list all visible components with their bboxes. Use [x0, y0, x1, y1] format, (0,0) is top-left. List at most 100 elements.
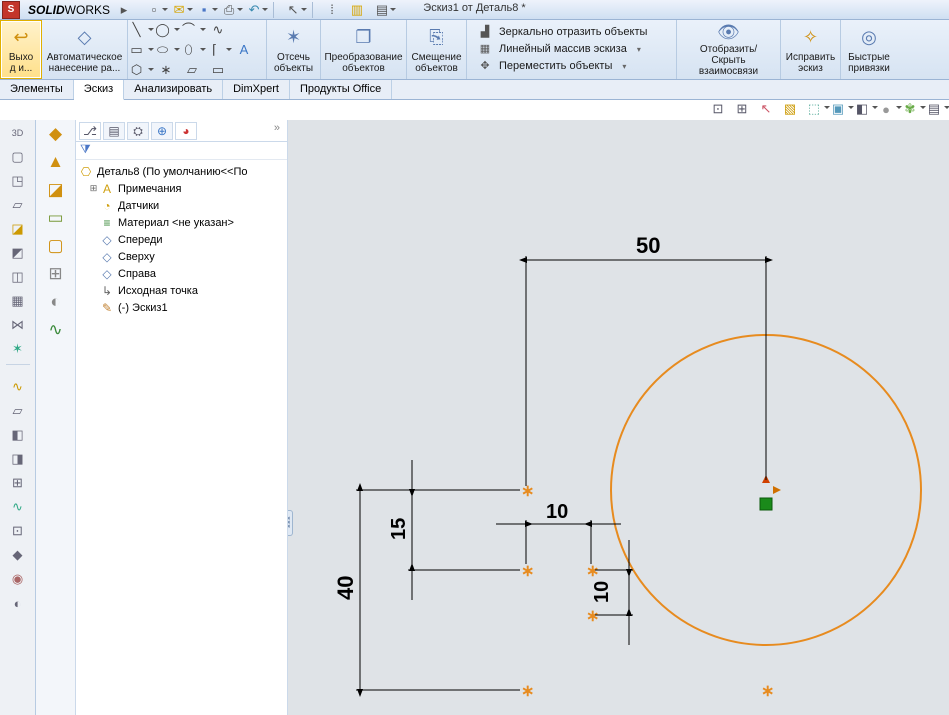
lt-5-icon[interactable]: ◩: [8, 244, 28, 262]
arc-icon[interactable]: ⌒: [184, 22, 200, 38]
lt2-10-icon[interactable]: ◐: [8, 594, 28, 612]
lt-7-icon[interactable]: ▦: [8, 292, 28, 310]
open-icon[interactable]: ✉: [171, 2, 187, 18]
lt2-2-icon[interactable]: ▱: [8, 402, 28, 420]
fm-6-icon[interactable]: ⊞: [43, 264, 69, 284]
mirror-button[interactable]: ▟Зеркально отразить объекты: [477, 26, 647, 40]
polygon-icon[interactable]: ⬡: [132, 62, 148, 78]
dimension-40[interactable]: 40: [333, 490, 520, 690]
dimension-50[interactable]: 50: [526, 233, 766, 486]
lt2-9-icon[interactable]: ◉: [8, 570, 28, 588]
graphics-area[interactable]: ◂◂◂ ∗ ∗ ∗ ∗ ∗ ∗: [288, 120, 949, 715]
panel-toggle-handle[interactable]: ◂◂◂: [288, 510, 293, 536]
tree-root[interactable]: ⎔ Деталь8 (По умолчанию<<По: [78, 163, 285, 180]
fillet-icon[interactable]: ⌈: [210, 42, 226, 58]
display-style-icon[interactable]: ▣: [829, 100, 847, 118]
undo-icon[interactable]: ↶: [246, 2, 262, 18]
save-icon[interactable]: ▪: [196, 2, 212, 18]
appearance-icon[interactable]: ✾: [901, 100, 919, 118]
display-relations-button[interactable]: 👁 Отобразить/Скрыть взаимосвязи: [677, 20, 781, 79]
dimension-15[interactable]: 15: [388, 460, 520, 600]
spline-icon[interactable]: ∿: [210, 22, 226, 38]
new-icon[interactable]: ▫: [146, 2, 162, 18]
rebuild-icon[interactable]: ⁞: [324, 2, 340, 18]
line-icon[interactable]: ╲: [132, 22, 148, 38]
exit-sketch-button[interactable]: ↩ Выхо д и...: [0, 20, 42, 79]
point-icon[interactable]: ∗: [158, 62, 174, 78]
tree-twisty-icon[interactable]: ⊞: [88, 183, 99, 194]
rect-icon[interactable]: ▭: [132, 42, 148, 58]
tree-node[interactable]: ◇Справа: [78, 265, 285, 282]
move-button[interactable]: ✥Переместить объекты▾: [477, 60, 647, 74]
view-orient-icon[interactable]: ⬚: [805, 100, 823, 118]
tree-node[interactable]: ◇Сверху: [78, 248, 285, 265]
quick-snaps-button[interactable]: ◎ Быстрые привязки: [841, 20, 897, 79]
tree-node[interactable]: ◇Спереди: [78, 231, 285, 248]
circle-icon[interactable]: ◯: [158, 22, 174, 38]
tree-node[interactable]: ✎(-) Эскиз1: [78, 299, 285, 316]
fm-3-icon[interactable]: ◪: [43, 180, 69, 200]
lt-8-icon[interactable]: ⋈: [8, 316, 28, 334]
tab-elements[interactable]: Элементы: [0, 80, 74, 99]
tree-node[interactable]: ≡Материал <не указан>: [78, 214, 285, 231]
view-settings-icon[interactable]: ▤: [925, 100, 943, 118]
trim-button[interactable]: ✶ Отсечь объекты: [267, 20, 321, 79]
lt2-7-icon[interactable]: ⊡: [8, 522, 28, 540]
lt-1-icon[interactable]: ▢: [8, 148, 28, 166]
filter-bar[interactable]: ⧩: [76, 142, 287, 160]
props-icon[interactable]: ▤: [374, 2, 390, 18]
tree-node[interactable]: ↳Исходная точка: [78, 282, 285, 299]
collapse-tree-icon[interactable]: »: [270, 122, 284, 139]
options-icon[interactable]: ▥: [349, 2, 365, 18]
zoom-area-icon[interactable]: ⊞: [733, 100, 751, 118]
lt2-1-icon[interactable]: ∿: [8, 378, 28, 396]
dimension-10-h[interactable]: 10: [496, 501, 621, 564]
print-icon[interactable]: ⎙: [221, 2, 237, 18]
fm-2-icon[interactable]: ▲: [43, 152, 69, 172]
fm-4-icon[interactable]: ▭: [43, 208, 69, 228]
3d-icon[interactable]: 3D: [8, 124, 28, 142]
tree-node[interactable]: ⊞AПримечания: [78, 180, 285, 197]
fm-1-icon[interactable]: ◆: [43, 124, 69, 144]
text-icon[interactable]: A: [236, 42, 252, 58]
display-mgr-tab[interactable]: ◕: [175, 122, 197, 140]
prev-view-icon[interactable]: ↖: [757, 100, 775, 118]
fm-7-icon[interactable]: ◐: [43, 292, 69, 312]
fm-5-icon[interactable]: ▢: [43, 236, 69, 256]
select-icon[interactable]: ↖: [285, 2, 301, 18]
lt2-8-icon[interactable]: ◆: [8, 546, 28, 564]
smart-dimension-button[interactable]: ◇ Автоматическое нанесение ра...: [42, 20, 128, 79]
lt-2-icon[interactable]: ◳: [8, 172, 28, 190]
expand-icon[interactable]: ▸: [116, 2, 132, 18]
lt-6-icon[interactable]: ◫: [8, 268, 28, 286]
lt-9-icon[interactable]: ✶: [8, 340, 28, 358]
tab-sketch[interactable]: Эскиз: [74, 80, 124, 100]
lt2-3-icon[interactable]: ◧: [8, 426, 28, 444]
lt2-5-icon[interactable]: ⊞: [8, 474, 28, 492]
ellipse-icon[interactable]: ⬯: [184, 42, 200, 58]
plane-icon[interactable]: ▱: [184, 62, 200, 78]
lt-3-icon[interactable]: ▱: [8, 196, 28, 214]
scene-icon[interactable]: ●: [877, 100, 895, 118]
property-mgr-tab[interactable]: ▤: [103, 122, 125, 140]
offset-button[interactable]: ⎘ Смещение объектов: [407, 20, 467, 79]
tab-office[interactable]: Продукты Office: [290, 80, 392, 99]
hide-show-icon[interactable]: ◧: [853, 100, 871, 118]
dimxpert-mgr-tab[interactable]: ⊕: [151, 122, 173, 140]
fm-8-icon[interactable]: ∿: [43, 320, 69, 340]
tab-analyze[interactable]: Анализировать: [124, 80, 223, 99]
feature-tree-tab[interactable]: ⎇: [79, 122, 101, 140]
section-icon[interactable]: ▧: [781, 100, 799, 118]
lt2-6-icon[interactable]: ∿: [8, 498, 28, 516]
zoom-fit-icon[interactable]: ⊡: [709, 100, 727, 118]
config-mgr-tab[interactable]: ⛭: [127, 122, 149, 140]
linear-pattern-button[interactable]: ▦Линейный массив эскиза▾: [477, 43, 647, 57]
tool-x-icon[interactable]: ▭: [210, 62, 226, 78]
lt-4-icon[interactable]: ◪: [8, 220, 28, 238]
repair-sketch-button[interactable]: ✧ Исправить эскиз: [781, 20, 841, 79]
convert-button[interactable]: ❐ Преобразование объектов: [321, 20, 407, 79]
tree-node[interactable]: ◔Датчики: [78, 197, 285, 214]
slot-icon[interactable]: ⬭: [158, 42, 174, 58]
tab-dimxpert[interactable]: DimXpert: [223, 80, 290, 99]
lt2-4-icon[interactable]: ◨: [8, 450, 28, 468]
